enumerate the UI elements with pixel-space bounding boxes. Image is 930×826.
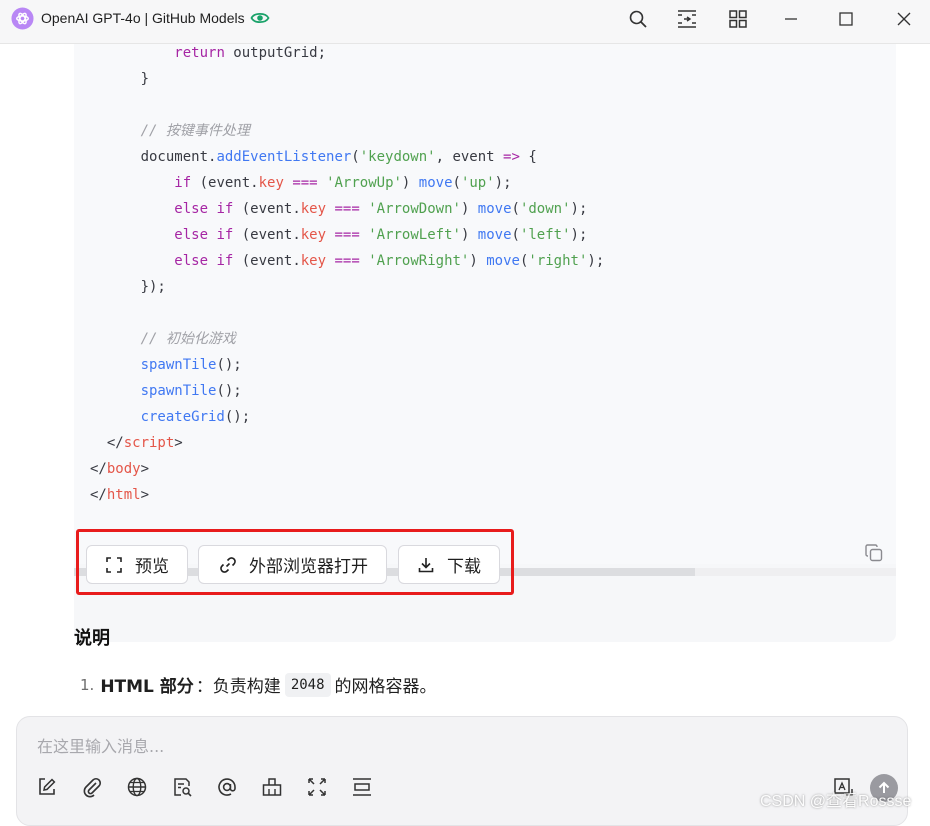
code-token: else if [174, 227, 234, 243]
code-line: else if (event.key === 'ArrowLeft') move… [174, 227, 588, 243]
code-token: spawnTile [140, 383, 217, 399]
code-token: spawnTile [140, 357, 217, 373]
message-composer[interactable]: 在这里输入消息... [16, 716, 908, 826]
code-token: html [106, 487, 141, 503]
code-token: === [334, 253, 360, 269]
attach-icon[interactable] [81, 776, 103, 798]
code-token: // 按键事件处理 [140, 123, 250, 139]
code-line: spawnTile(); [140, 357, 242, 373]
code-token: key [258, 175, 284, 191]
code-token: else if [174, 201, 234, 217]
close-icon [897, 12, 911, 26]
eye-icon[interactable] [250, 9, 270, 27]
grid-icon [729, 10, 747, 28]
list-item-bold: HTML 部分 [100, 677, 194, 697]
fullscreen-icon[interactable] [306, 776, 328, 798]
code-line: if (event.key === 'ArrowUp') move('up'); [174, 175, 512, 191]
code-token: body [106, 461, 141, 477]
layout-button[interactable] [675, 7, 699, 31]
mention-icon[interactable] [216, 776, 238, 798]
image-text-icon[interactable] [832, 776, 854, 798]
list-item: 1. HTML 部分 ：负责构建 2048 的网格容器。 [80, 672, 437, 697]
globe-icon[interactable] [126, 776, 148, 798]
code-token: else if [174, 253, 234, 269]
code-token: 'right' [528, 253, 588, 269]
code-line: else if (event.key === 'ArrowRight') mov… [174, 253, 605, 269]
search-icon [629, 10, 647, 28]
code-token: === [292, 175, 318, 191]
maximize-button[interactable] [834, 7, 858, 31]
code-token: 'left' [519, 227, 571, 243]
code-line: // 初始化游戏 [90, 326, 604, 352]
code-token: move [418, 175, 453, 191]
code-token: === [334, 227, 360, 243]
code-token: key [300, 201, 327, 217]
list-number: 1. [80, 675, 95, 694]
code-line: document.addEventListener('keydown', eve… [106, 149, 537, 165]
code-line: else if (event.key === 'ArrowDown') move… [174, 201, 588, 217]
send-icon [878, 781, 890, 793]
code-line: </script> [106, 435, 183, 451]
code-line: }); [106, 279, 166, 295]
code-token: createGrid [140, 409, 225, 425]
send-button[interactable] [870, 774, 898, 802]
toolbox-icon[interactable] [261, 776, 283, 798]
code-token: 'ArrowRight' [368, 253, 470, 269]
code-line: // 按键事件处理 [90, 118, 604, 144]
window-title: OpenAI GPT-4o | GitHub Models [41, 10, 245, 26]
code-token: === [334, 201, 360, 217]
code-token: 'up' [460, 175, 495, 191]
copy-icon[interactable] [864, 543, 884, 563]
inline-code: 2048 [284, 672, 331, 697]
code-token: move [486, 253, 520, 269]
message-input[interactable]: 在这里输入消息... [37, 733, 164, 757]
list-item-text-before: ：负责构建 [195, 677, 281, 697]
list-item-text-after: 的网格容器。 [334, 677, 437, 697]
code-token: return [174, 45, 225, 61]
layout-icon [678, 10, 696, 28]
code-lines: return outputGrid; } // 按键事件处理 document.… [90, 44, 604, 508]
code-area: return outputGrid; } // 按键事件处理 document.… [74, 44, 896, 564]
code-line: </html> [90, 487, 150, 503]
close-button[interactable] [892, 7, 916, 31]
section-heading: 说明 [74, 628, 110, 649]
title-bar: OpenAI GPT-4o | GitHub Models [0, 0, 930, 44]
code-token: 'ArrowUp' [326, 175, 402, 191]
code-token: => [503, 149, 520, 165]
edit-icon[interactable] [36, 776, 58, 798]
code-token: 'ArrowLeft' [368, 227, 461, 243]
code-token: 'keydown' [359, 149, 436, 165]
highlight-box [76, 529, 514, 595]
minimize-button[interactable] [779, 7, 803, 31]
code-line: } [106, 71, 150, 87]
doc-search-icon[interactable] [171, 776, 193, 798]
code-token: move [477, 201, 512, 217]
code-token: 'down' [519, 201, 571, 217]
code-token: move [477, 227, 512, 243]
chat-content[interactable]: return outputGrid; } // 按键事件处理 document.… [0, 44, 930, 716]
minimize-icon [785, 18, 797, 20]
code-line: </body> [90, 461, 150, 477]
code-token: script [123, 435, 175, 451]
search-button[interactable] [626, 7, 650, 31]
code-token: // 初始化游戏 [140, 331, 236, 347]
code-token: if [174, 175, 192, 191]
code-line: spawnTile(); [140, 383, 242, 399]
app-logo-icon [11, 7, 34, 30]
code-token: addEventListener [216, 149, 352, 165]
code-token: 'ArrowDown' [368, 201, 461, 217]
maximize-icon [839, 12, 853, 26]
code-line: createGrid(); [140, 409, 251, 425]
grid-button[interactable] [726, 7, 750, 31]
code-line: return outputGrid; [174, 45, 327, 61]
code-token: key [300, 253, 327, 269]
layout-lines-icon[interactable] [351, 776, 373, 798]
code-token: key [300, 227, 327, 243]
